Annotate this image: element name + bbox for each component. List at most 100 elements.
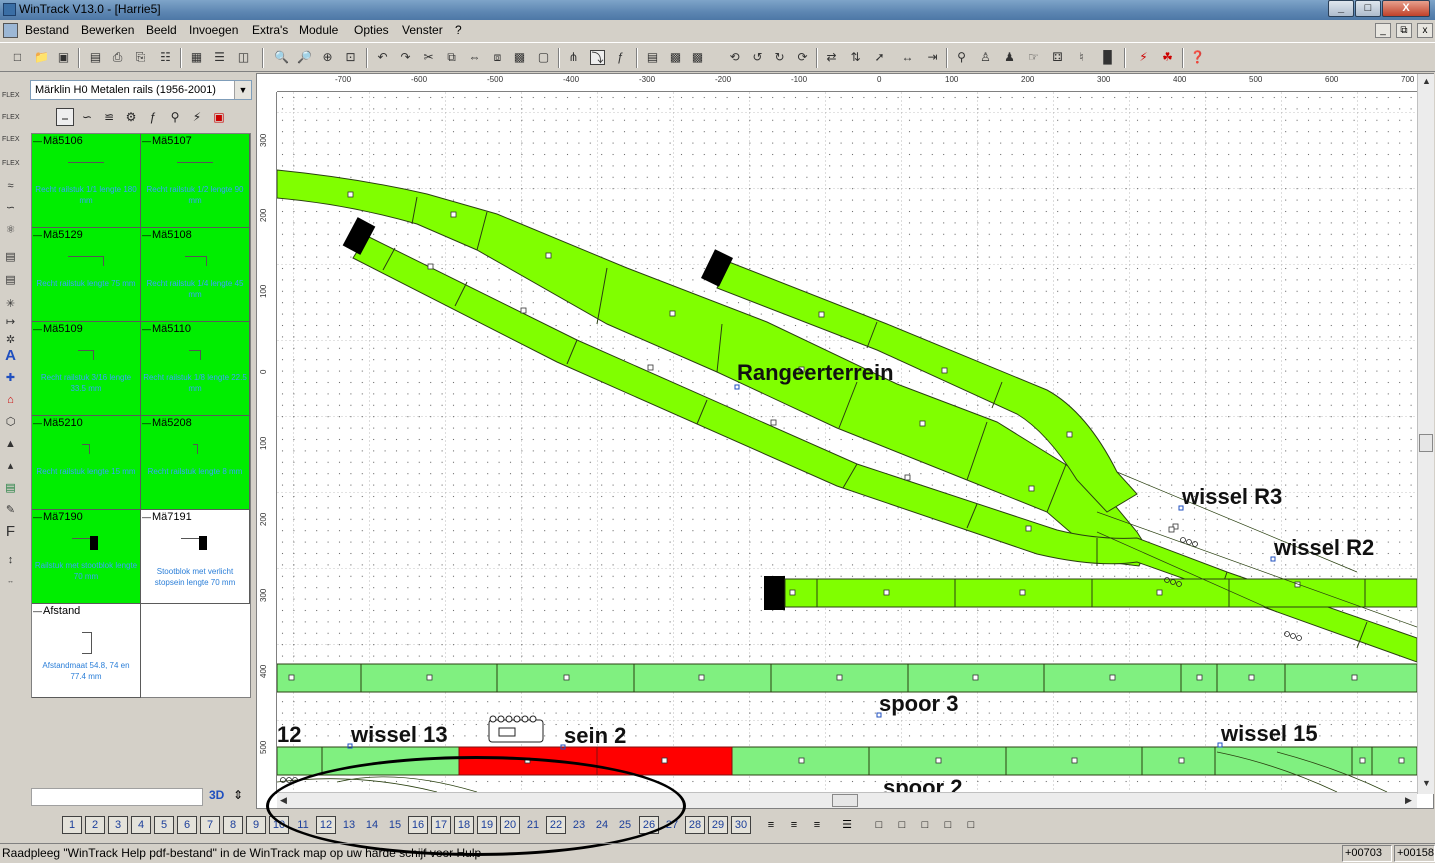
layer-button-7[interactable]: 7 — [200, 816, 220, 834]
layers-icon[interactable]: ◫ — [236, 50, 251, 65]
layer-button-26[interactable]: 26 — [639, 816, 659, 834]
mirror-icon[interactable]: ⇔ — [467, 50, 482, 65]
layer-button-22[interactable]: 22 — [546, 816, 566, 834]
power-icon[interactable]: ⚡ — [1136, 50, 1151, 65]
layer-button-25[interactable]: 25 — [615, 816, 635, 834]
scroll-right-icon[interactable]: ▶ — [1405, 795, 1412, 806]
menu-opties[interactable]: Opties — [354, 23, 389, 37]
catalog-item-ma5107[interactable]: Mä5107 Recht railstuk 1/2 lengte 90 mm — [141, 134, 250, 228]
chevron-down-icon[interactable]: ▼ — [234, 81, 251, 99]
close-button[interactable]: X — [1382, 0, 1430, 17]
curve-track-icon[interactable]: ⤵ — [590, 50, 605, 65]
catalog-item-ma7191[interactable]: Mä7191 Stootblok met verlicht stopsein l… — [141, 510, 250, 604]
layer-button-2[interactable]: 2 — [85, 816, 105, 834]
layer-button-10[interactable]: 10 — [269, 816, 289, 834]
polygon-icon[interactable]: ⬡ — [2, 414, 19, 430]
rotate-right-icon[interactable]: ↻ — [772, 50, 787, 65]
view-box-4-icon[interactable]: □ — [939, 816, 957, 834]
catalog-item-ma5110[interactable]: Mä5110 Recht railstuk 1/8 lengte 22.5 mm — [141, 322, 250, 416]
horizontal-scroll-thumb[interactable] — [832, 794, 858, 807]
switch-icon[interactable]: ⋔ — [566, 50, 581, 65]
menu-venster[interactable]: Venster — [402, 23, 443, 37]
rotate-icon[interactable]: ⟲ — [727, 50, 742, 65]
flex-track-icon[interactable]: ƒ — [613, 50, 628, 65]
connect-icon[interactable]: ⇄ — [824, 50, 839, 65]
label-wissel-r2[interactable]: wissel R2 — [1273, 535, 1374, 560]
vertical-scroll-thumb[interactable] — [1419, 434, 1433, 452]
vertical-scrollbar[interactable]: ▲ ▼ — [1417, 74, 1434, 794]
menu-help[interactable]: ? — [455, 23, 462, 37]
switch-track-icon[interactable]: ≌ — [100, 108, 118, 126]
view-box-1-icon[interactable]: □ — [870, 816, 888, 834]
catalog-item-ma5129[interactable]: Mä5129 Recht railstuk lengte 75 mm — [32, 228, 141, 322]
measure-icon[interactable]: ↔ — [900, 50, 915, 65]
menu-bewerken[interactable]: Bewerken — [81, 23, 134, 37]
layer-button-23[interactable]: 23 — [569, 816, 589, 834]
redo-icon[interactable]: ↷ — [398, 50, 413, 65]
paste-icon[interactable]: ▩ — [512, 50, 527, 65]
scroll-up-icon[interactable]: ▲ — [1422, 76, 1431, 86]
label-wissel-r3[interactable]: wissel R3 — [1181, 484, 1282, 509]
layer-button-5[interactable]: 5 — [154, 816, 174, 834]
platform-icon[interactable]: ▤ — [2, 249, 19, 265]
landscape-icon[interactable]: ▲ — [2, 436, 19, 452]
properties-icon[interactable]: ☷ — [158, 50, 173, 65]
scroll-down-icon[interactable]: ▼ — [1422, 778, 1431, 788]
delete-icon[interactable]: ▢ — [536, 50, 551, 65]
label-spoor-2[interactable]: spoor 2 — [883, 775, 962, 792]
library-select[interactable]: Märklin H0 Metalen rails (1956-2001) ▼ — [30, 80, 252, 100]
label-12[interactable]: 12 — [277, 722, 301, 747]
catalog-filter-field[interactable] — [31, 788, 203, 806]
catalog-item-afstand[interactable]: Afstand Afstandmaat 54.8, 74 en 77.4 mm — [32, 604, 141, 698]
scenery-cat-icon[interactable]: ▣ — [210, 108, 228, 126]
flex-track-icon[interactable]: FLEX — [2, 88, 20, 104]
doc-close-button[interactable]: x — [1417, 23, 1433, 38]
view-3d-button[interactable]: 3D — [209, 788, 224, 802]
layer-button-16[interactable]: 16 — [408, 816, 428, 834]
catalog-item-ma5106[interactable]: Mä5106 Recht railstuk 1/1 lengte 180 mm — [32, 134, 141, 228]
slope-icon[interactable]: ➚ — [872, 50, 887, 65]
zoom-in-icon[interactable]: 🔍 — [274, 50, 289, 65]
maximize-button[interactable]: □ — [1355, 0, 1381, 17]
layer-button-30[interactable]: 30 — [731, 816, 751, 834]
menu-bestand[interactable]: Bestand — [25, 23, 69, 37]
cut-icon[interactable]: ✂ — [421, 50, 436, 65]
label-rangeerterrein[interactable]: Rangeerterrein — [737, 360, 894, 385]
print-icon[interactable]: ⎙ — [110, 50, 125, 65]
person-icon[interactable]: ♙ — [978, 50, 993, 65]
signal-icon[interactable]: ⚲ — [954, 50, 969, 65]
view-box-2-icon[interactable]: □ — [893, 816, 911, 834]
star-icon[interactable]: ✳ — [2, 296, 19, 312]
layer-button-15[interactable]: 15 — [385, 816, 405, 834]
layer-button-4[interactable]: 4 — [131, 816, 151, 834]
electric-cat-icon[interactable]: ⚡ — [188, 108, 206, 126]
straight-track-icon[interactable]: ⎯ — [56, 108, 74, 126]
wintrack-app-icon[interactable] — [3, 3, 16, 16]
scroll-left-icon[interactable]: ◀ — [280, 795, 287, 806]
catalog-item-ma7190[interactable]: Mä7190 Railstuk met stootblok lengte 70 … — [32, 510, 141, 604]
house-icon[interactable]: ⌂ — [2, 392, 19, 408]
undo-icon[interactable]: ↶ — [375, 50, 390, 65]
document-icon[interactable] — [3, 23, 18, 38]
print-setup-icon[interactable]: ⎘ — [133, 50, 148, 65]
flex-switch-icon[interactable]: FLEX — [2, 110, 20, 126]
copy-icon[interactable]: ⧉ — [444, 50, 459, 65]
tree-icon[interactable]: ☘ — [1160, 50, 1175, 65]
font-icon[interactable]: F — [2, 524, 19, 540]
ungroup-icon[interactable]: ▩ — [690, 50, 705, 65]
text-tool-icon[interactable]: A — [2, 348, 19, 364]
marker-icon[interactable]: ✚ — [2, 370, 19, 386]
signal-cat-icon[interactable]: ⚲ — [166, 108, 184, 126]
layer-button-13[interactable]: 13 — [339, 816, 359, 834]
doc-minimize-button[interactable]: _ — [1375, 23, 1391, 38]
label-wissel-13[interactable]: wissel 13 — [350, 722, 448, 747]
settings-sliders-icon[interactable]: ☰ — [212, 50, 227, 65]
layer-button-18[interactable]: 18 — [454, 816, 474, 834]
catalog-item-ma5109[interactable]: Mä5109 Recht railstuk 3/16 lengte 33.5 m… — [32, 322, 141, 416]
catalog-item-ma5108[interactable]: Mä5108 Recht railstuk 1/4 lengte 45 mm — [141, 228, 250, 322]
new-file-icon[interactable]: □ — [10, 50, 25, 65]
layer-button-3[interactable]: 3 — [108, 816, 128, 834]
zoom-window-icon[interactable]: ⊕ — [320, 50, 335, 65]
layer-gray-icon[interactable]: ≡ — [808, 816, 826, 834]
height-icon[interactable]: ⇅ — [848, 50, 863, 65]
